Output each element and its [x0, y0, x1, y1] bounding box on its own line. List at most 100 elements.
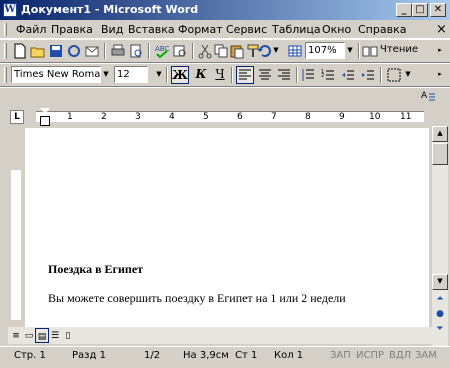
- permission-icon[interactable]: [66, 43, 82, 59]
- status-position: На 3,9см: [183, 350, 229, 361]
- svg-text:A: A: [421, 91, 428, 101]
- ruler-mark: 6: [237, 112, 243, 122]
- select-browse-object-icon[interactable]: ●: [432, 306, 448, 322]
- open-folder-icon[interactable]: [30, 43, 46, 59]
- reading-layout-icon[interactable]: ▯: [61, 328, 75, 343]
- menu-grip[interactable]: [4, 23, 7, 36]
- align-left-button[interactable]: [236, 66, 254, 84]
- toolbar-grip[interactable]: [4, 67, 7, 83]
- insert-table-icon[interactable]: [287, 43, 303, 59]
- ruler-mark: 8: [305, 112, 311, 122]
- print-layout-icon[interactable]: ▤: [35, 328, 49, 343]
- status-overtype[interactable]: ЗАМ: [415, 350, 437, 361]
- new-document-icon[interactable]: [12, 43, 28, 59]
- status-column: Кол 1: [274, 350, 304, 361]
- separator: [296, 67, 298, 83]
- toolbar-options-icon[interactable]: ▸: [434, 66, 446, 83]
- minimize-button[interactable]: _: [396, 3, 412, 17]
- toolbar-options-icon[interactable]: ▸: [434, 42, 446, 59]
- research-icon[interactable]: [172, 43, 188, 59]
- font-name-dropdown-icon[interactable]: ▼: [100, 66, 112, 83]
- paste-icon[interactable]: [229, 43, 245, 59]
- document-heading[interactable]: Поездка в Египет: [48, 262, 143, 277]
- window-title: Документ1 - Microsoft Word: [21, 3, 199, 16]
- normal-view-icon[interactable]: ≡: [9, 328, 23, 343]
- font-size-combo[interactable]: 12: [114, 66, 148, 83]
- font-size-dropdown-icon[interactable]: ▼: [153, 66, 165, 83]
- print-icon[interactable]: [110, 43, 126, 59]
- separator: [380, 67, 382, 83]
- line-spacing-icon[interactable]: [300, 67, 316, 83]
- task-pane-strip: [0, 87, 450, 105]
- vertical-ruler-text-area: [11, 170, 21, 320]
- ruler-mark: 5: [203, 112, 209, 122]
- menu-file[interactable]: Файл: [16, 23, 46, 36]
- borders-dropdown-icon[interactable]: ▼: [402, 66, 414, 83]
- separator: [166, 67, 168, 83]
- status-track-changes[interactable]: ИСПР: [356, 350, 384, 361]
- ruler-mark: 3: [135, 112, 141, 122]
- styles-pane-icon[interactable]: A: [420, 88, 436, 104]
- svg-text:2: 2: [321, 73, 324, 79]
- save-icon[interactable]: [48, 43, 64, 59]
- close-document-button[interactable]: ×: [436, 22, 447, 37]
- align-right-icon[interactable]: [276, 67, 292, 83]
- status-extend[interactable]: ВДЛ: [389, 350, 411, 361]
- word-app-icon[interactable]: W: [3, 3, 17, 17]
- ruler-mark: 4: [169, 112, 175, 122]
- status-record-macro[interactable]: ЗАП: [330, 350, 351, 361]
- menu-view[interactable]: Вид: [101, 23, 123, 36]
- separator: [358, 43, 360, 59]
- tab-stop-selector[interactable]: L: [10, 110, 24, 124]
- undo-dropdown-icon[interactable]: ▼: [270, 42, 282, 59]
- separator: [104, 43, 106, 59]
- copy-icon[interactable]: [213, 43, 229, 59]
- outline-view-icon[interactable]: ☰: [48, 328, 62, 343]
- separator: [192, 43, 194, 59]
- menu-window[interactable]: Окно: [322, 23, 351, 36]
- menu-help[interactable]: Справка: [358, 23, 406, 36]
- close-window-button[interactable]: ✕: [430, 3, 446, 17]
- print-preview-icon[interactable]: [128, 43, 144, 59]
- menu-insert[interactable]: Вставка: [128, 23, 175, 36]
- ruler-mark: 2: [101, 112, 107, 122]
- first-line-indent-marker[interactable]: [40, 108, 50, 114]
- cut-icon[interactable]: [197, 43, 213, 59]
- scroll-thumb[interactable]: [432, 143, 448, 165]
- ruler-mark: 10: [369, 112, 381, 122]
- scroll-up-button[interactable]: ▲: [432, 126, 448, 142]
- align-center-icon[interactable]: [257, 67, 273, 83]
- italic-button[interactable]: К: [193, 67, 209, 83]
- numbering-icon[interactable]: 12: [320, 67, 336, 83]
- document-body-text[interactable]: Вы можете совершить поездку в Египет на …: [48, 291, 346, 306]
- separator: [231, 67, 233, 83]
- ruler-mark: 9: [339, 112, 345, 122]
- menu-edit[interactable]: Правка: [51, 23, 93, 36]
- zoom-dropdown-icon[interactable]: ▼: [344, 42, 356, 59]
- font-name-combo[interactable]: Times New Roman: [11, 66, 101, 83]
- status-line: Ст 1: [235, 350, 258, 361]
- menu-table[interactable]: Таблица: [272, 23, 321, 36]
- spelling-icon[interactable]: ABC: [154, 43, 170, 59]
- previous-page-icon[interactable]: ⏶: [432, 291, 448, 307]
- status-page: Стр. 1: [14, 350, 46, 361]
- zoom-combo[interactable]: 107%: [305, 42, 345, 59]
- scroll-down-button[interactable]: ▼: [432, 274, 448, 290]
- web-layout-icon[interactable]: ▭: [22, 328, 36, 343]
- borders-icon[interactable]: [386, 67, 402, 83]
- reading-mode-label[interactable]: Чтение: [380, 44, 418, 55]
- menu-tools[interactable]: Сервис: [226, 23, 267, 36]
- decrease-indent-icon[interactable]: [340, 67, 356, 83]
- ruler-mark: 7: [271, 112, 277, 122]
- toolbar-grip[interactable]: [4, 43, 7, 59]
- maximize-button[interactable]: □: [412, 3, 428, 17]
- underline-button[interactable]: Ч: [212, 67, 228, 83]
- reading-mode-icon[interactable]: [362, 43, 378, 59]
- email-icon[interactable]: [84, 43, 100, 59]
- separator: [148, 43, 150, 59]
- increase-indent-icon[interactable]: [360, 67, 376, 83]
- bold-button[interactable]: Ж: [171, 66, 189, 84]
- menu-format[interactable]: Формат: [178, 23, 223, 36]
- left-indent-marker[interactable]: [40, 116, 50, 126]
- next-page-icon[interactable]: ⏷: [432, 321, 448, 337]
